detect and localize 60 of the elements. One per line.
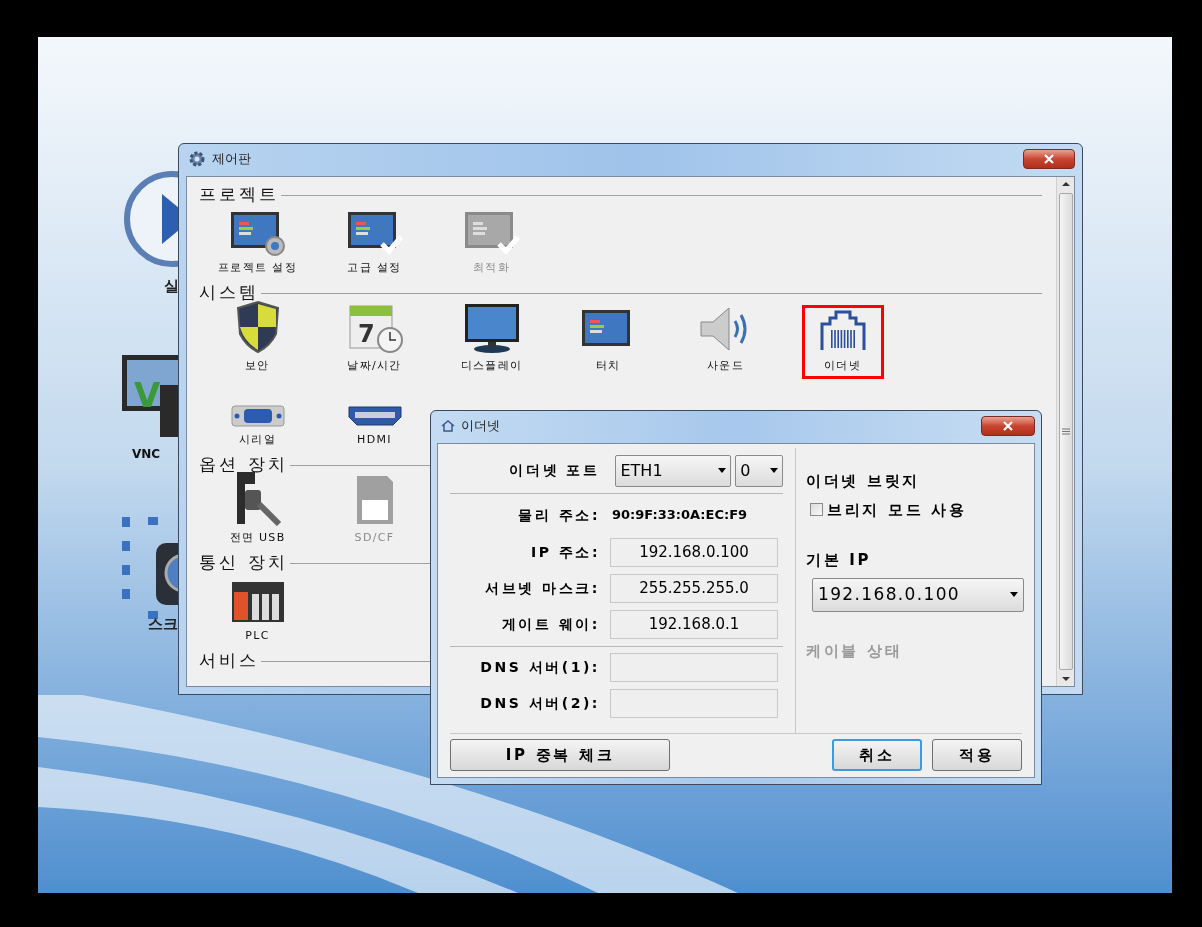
dialog-title: 이더넷 [461,417,500,436]
control-panel-item[interactable]: 고급 설정 [333,207,416,281]
control-panel-item[interactable]: 7 날짜/시간 [333,305,416,379]
control-panel-item[interactable]: PLC [216,575,299,649]
dialog-button[interactable]: IP 중복 체크 [450,739,670,771]
control-panel-item[interactable]: 이더넷 [801,305,884,379]
control-panel-item[interactable]: HDMI [333,379,416,453]
section-heading: 옵션 장치 [199,453,288,477]
port-label: 이더넷 포트 [508,461,601,480]
section-heading: 서비스 [199,649,260,673]
channel-dropdown[interactable]: 0 [735,454,783,487]
ip-input[interactable]: 192.168.0.100 [610,537,778,567]
desktop-icon-label[interactable]: 스크 [148,613,178,636]
field-label: DNS 서버(2): [479,693,601,713]
port-dropdown[interactable]: ETH1 [615,454,732,487]
bridge-mode-checkbox[interactable]: 브리지 모드 사용 [810,498,1024,521]
grip-icon [1061,428,1070,435]
field-label: IP 주소: [529,542,601,562]
control-panel-item[interactable]: 전면 USB [216,477,299,551]
control-panel-item[interactable]: 프로젝트 설정 [216,207,299,281]
control-panel-item[interactable]: 시리얼 [216,379,299,453]
desktop-icon-label[interactable]: 실 [164,275,179,298]
ip-input[interactable]: 255.255.255.0 [610,573,778,603]
dialog-button[interactable]: 취소 [832,739,922,771]
field-label: DNS 서버(1): [479,657,601,677]
cable-status-label: 케이블 상태 [806,640,904,662]
control-panel-item[interactable]: 디스플레이 [450,305,533,379]
dns-input[interactable] [610,652,778,682]
scrollbar[interactable] [1056,177,1074,686]
section-heading: 프로젝트 [199,183,280,207]
control-panel-item[interactable]: 보안 [216,305,299,379]
plc-module-icon [229,579,286,624]
close-icon [1003,421,1013,431]
monitor-icon [462,301,521,354]
house-icon [441,420,455,432]
hdmi-port-icon [346,403,403,428]
window-title: 제어판 [212,150,251,169]
default-ip-label: 기본 IP [806,550,873,571]
serial-port-icon [229,403,286,428]
caret-icon [770,468,778,473]
field-label: 게이트 웨이: [500,614,601,634]
section-heading: 시스템 [199,281,260,305]
section-heading: 통신 장치 [199,551,288,575]
dns-input[interactable] [610,688,778,718]
bridge-heading: 이더넷 브릿지 [806,471,922,492]
close-button[interactable] [1023,149,1075,169]
gear-icon [188,150,206,168]
mac-address: 90:9F:33:0A:EC:F9 [612,506,748,525]
field-label: 서브넷 마스크: [484,578,601,598]
ip-input[interactable]: 192.168.0.1 [610,609,778,639]
close-icon [1044,154,1054,164]
default-ip-dropdown[interactable]: 192.168.0.100 [812,577,1024,612]
control-panel-item[interactable]: 사운드 [684,305,767,379]
close-button[interactable] [981,416,1035,436]
caret-icon [1010,592,1018,597]
dialog-button[interactable]: 적용 [932,739,1022,771]
mac-label: 물리 주소: [517,505,601,525]
caret-icon [718,468,727,473]
control-panel-item[interactable]: 터치 [567,305,650,379]
desktop-icon-label[interactable]: VNC [132,445,161,463]
